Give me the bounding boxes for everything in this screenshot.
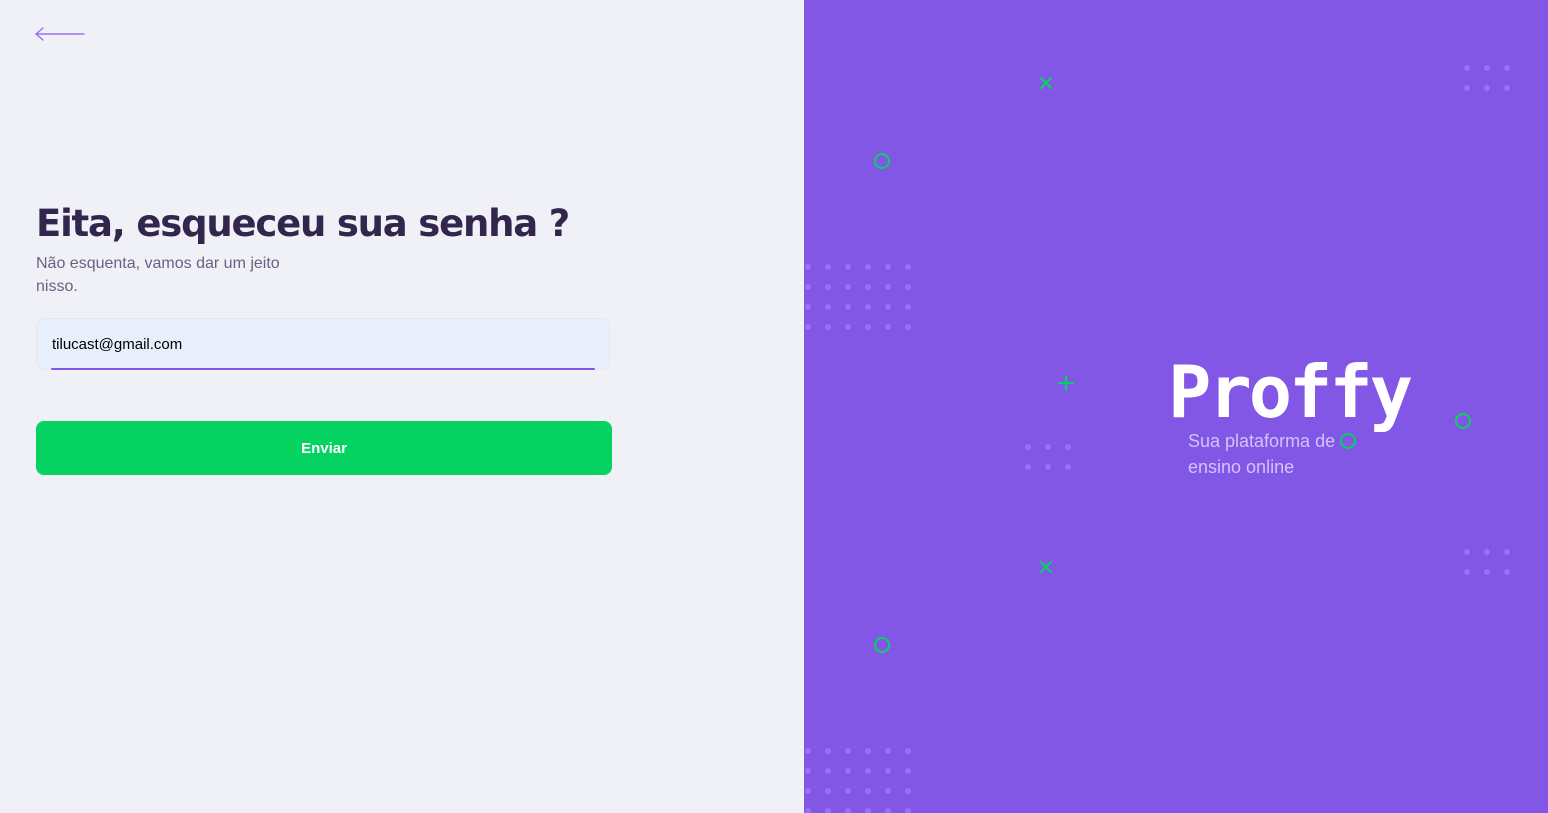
dot-grid	[1464, 549, 1510, 575]
circle-icon	[874, 637, 890, 653]
dot-grid	[1025, 444, 1071, 470]
circle-icon	[874, 153, 890, 169]
brand-panel: Proffy Sua plataforma de ensino online	[804, 0, 1548, 813]
email-input[interactable]	[52, 319, 597, 369]
close-icon	[1040, 77, 1052, 89]
close-icon	[1040, 561, 1052, 573]
dot-grid	[1464, 65, 1510, 91]
email-input-focus-underline	[51, 368, 595, 370]
page-subtitle: Não esquenta, vamos dar um jeito nisso.	[36, 255, 280, 295]
plus-icon	[1058, 375, 1074, 391]
submit-button[interactable]: Enviar	[36, 421, 612, 475]
email-field[interactable]	[36, 318, 610, 370]
dot-grid	[805, 748, 911, 813]
forgot-password-panel: Eita, esqueceu sua senha ? Não esquenta,…	[0, 0, 804, 813]
brand-tagline: Sua plataforma de ensino online	[1188, 431, 1336, 477]
brand-logo: Proffy	[1168, 350, 1413, 434]
circle-icon	[1455, 413, 1471, 429]
dot-grid	[805, 264, 911, 330]
back-button[interactable]	[34, 24, 88, 44]
page-title: Eita, esqueceu sua senha ?	[36, 202, 570, 245]
arrow-left-icon	[35, 27, 85, 41]
